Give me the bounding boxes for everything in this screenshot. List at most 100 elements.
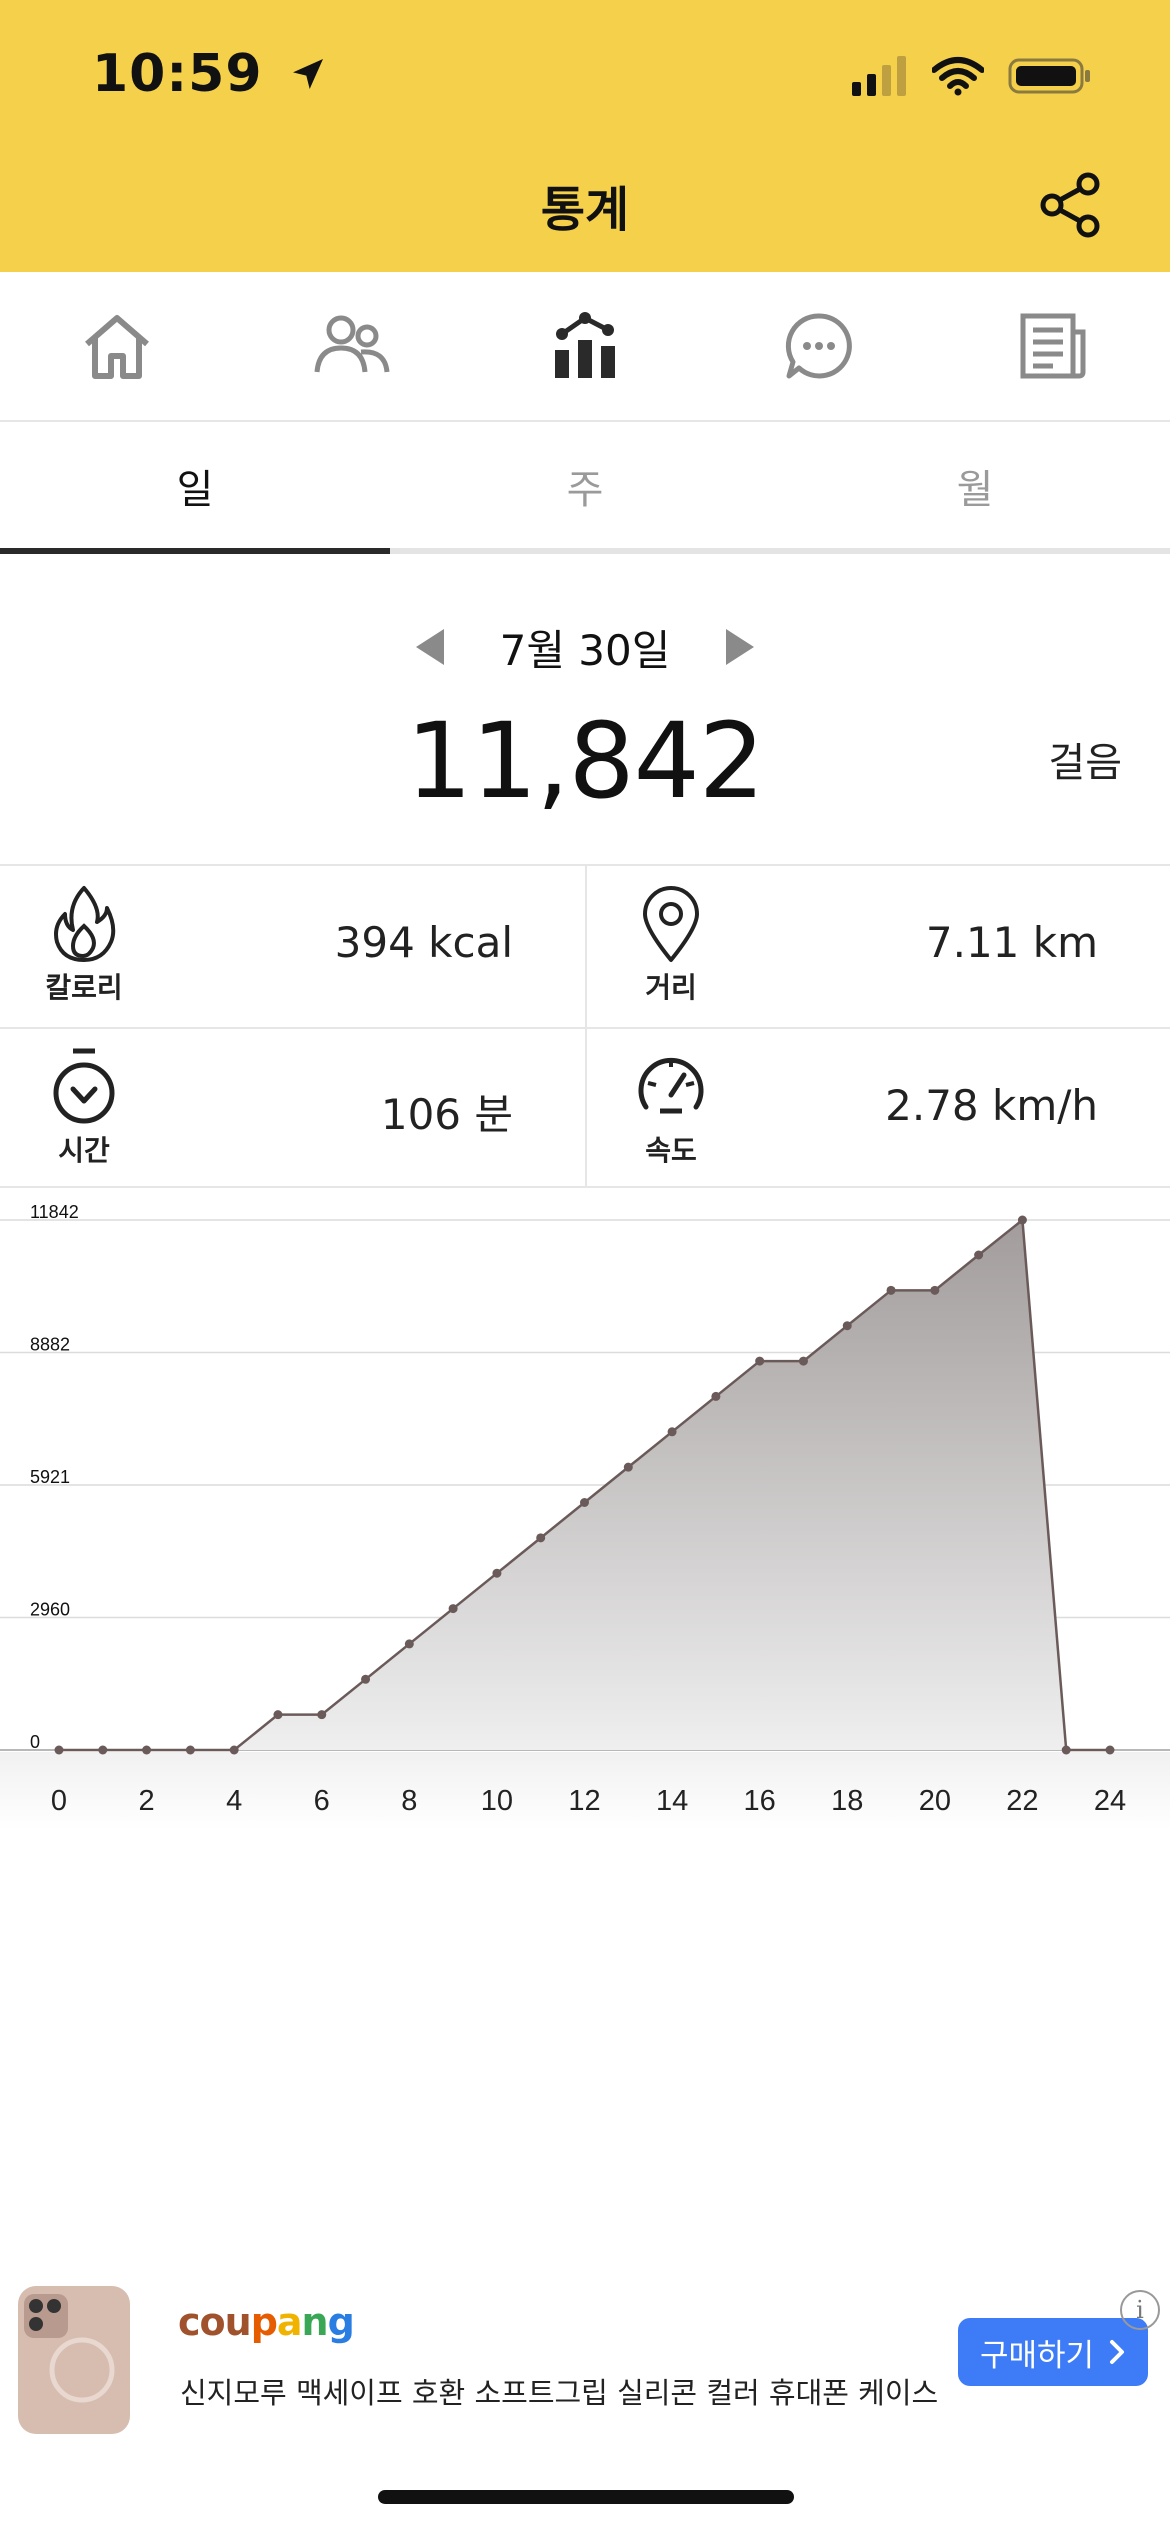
ad-brand-logo: coupang — [178, 2300, 355, 2344]
stat-calories: 칼로리 394 kcal — [0, 866, 585, 1027]
chart-point — [142, 1745, 152, 1755]
home-icon — [85, 315, 149, 379]
location-arrow-icon — [288, 47, 328, 107]
chart-x-tick-label: 4 — [226, 1785, 242, 1817]
chart-x-tick-label: 6 — [314, 1785, 330, 1817]
stats-icon — [555, 312, 615, 378]
stat-calories-label: 칼로리 — [45, 971, 123, 1004]
nav-news[interactable] — [936, 272, 1170, 420]
chart-x-tick-label: 14 — [656, 1785, 688, 1817]
nav-friends[interactable] — [234, 272, 468, 420]
chart-point — [536, 1533, 546, 1543]
chart-point — [886, 1285, 896, 1295]
app-header: 10:59 통계 — [0, 0, 1170, 272]
tab-day[interactable]: 일 — [0, 424, 390, 554]
ad-banner[interactable]: coupang 신지모루 맥세이프 호환 소프트그립 실리콘 컬러 휴대폰 케이… — [0, 2260, 1170, 2460]
prev-date-icon[interactable] — [415, 629, 444, 665]
stat-calories-value: 394 kcal — [334, 918, 513, 967]
step-count: 11,842 — [406, 700, 765, 822]
wifi-icon — [932, 57, 984, 96]
stat-time-label: 시간 — [58, 1134, 110, 1167]
chart-y-tick-label: 0 — [30, 1732, 40, 1752]
stat-distance-value: 7.11 km — [925, 918, 1098, 967]
nav-home[interactable] — [0, 272, 234, 420]
page-title: 통계 — [540, 182, 630, 238]
chart-point — [98, 1745, 108, 1755]
chart-x-tick-label: 20 — [919, 1785, 951, 1817]
chart-point — [755, 1356, 765, 1366]
chart-point — [229, 1745, 239, 1755]
period-tabs: 일 주 월 — [0, 424, 1170, 554]
flame-icon — [40, 884, 128, 964]
chart-point — [1105, 1745, 1115, 1755]
stat-time: 시간 106 분 — [0, 1027, 585, 1188]
chart-point — [1017, 1215, 1027, 1225]
nav-stats[interactable] — [468, 272, 702, 420]
chart-x-tick-label: 10 — [481, 1785, 513, 1817]
ad-buy-button[interactable]: 구매하기 — [958, 2318, 1148, 2386]
phone-case-image — [14, 2282, 150, 2438]
chart-x-tick-label: 0 — [51, 1785, 67, 1817]
chart-y-tick-label: 2960 — [30, 1600, 70, 1620]
chart-x-tick-label: 8 — [401, 1785, 417, 1817]
stat-distance-label: 거리 — [645, 971, 697, 1004]
step-unit: 걸음 — [1048, 740, 1122, 786]
chart-point — [842, 1321, 852, 1331]
cellular-signal-icon — [852, 56, 906, 96]
tab-month[interactable]: 월 — [780, 424, 1170, 548]
chart-y-tick-label: 8882 — [30, 1334, 70, 1354]
chart-point — [317, 1710, 327, 1720]
share-icon[interactable] — [1038, 172, 1104, 238]
friends-icon — [314, 315, 390, 373]
chart-point — [974, 1250, 984, 1260]
chart-point — [404, 1639, 414, 1649]
current-date: 7월 30일 — [499, 625, 671, 675]
chart-x-tick-label: 12 — [568, 1785, 600, 1817]
chart-y-tick-label: 5921 — [30, 1467, 70, 1487]
chart-point — [667, 1427, 677, 1437]
ad-buy-button-label: 구매하기 — [979, 2337, 1095, 2374]
info-icon[interactable]: i — [1120, 2290, 1160, 2330]
chart-x-tick-label: 18 — [831, 1785, 863, 1817]
chart-point — [361, 1674, 371, 1684]
chart-point — [580, 1497, 589, 1507]
tab-week[interactable]: 주 — [390, 424, 780, 548]
status-indicators — [852, 54, 1092, 98]
battery-icon — [1008, 58, 1090, 94]
main-nav — [0, 272, 1170, 422]
stat-speed: 속도 2.78 km/h — [585, 1027, 1170, 1188]
home-indicator — [378, 2490, 794, 2504]
stat-speed-value: 2.78 km/h — [885, 1081, 1098, 1130]
chart-point — [185, 1745, 195, 1755]
nav-chat[interactable] — [702, 272, 936, 420]
chart-point — [930, 1285, 940, 1295]
stats-grid: 칼로리 394 kcal 거리 7.11 km 시간 106 분 속도 2.78… — [0, 864, 1170, 1188]
ad-description: 신지모루 맥세이프 호환 소프트그립 실리콘 컬러 휴대폰 케이스 — [180, 2376, 939, 2410]
date-navigator: 7월 30일 — [0, 612, 1170, 682]
chart-point — [54, 1745, 64, 1755]
chart-point — [273, 1710, 283, 1720]
status-time-text: 10:59 — [92, 44, 263, 104]
chevron-right-icon — [1110, 2340, 1125, 2364]
news-icon — [1020, 313, 1086, 379]
speedometer-icon — [627, 1047, 715, 1127]
steps-chart: 029605921888211842 0 2 4 6 8 10 12 14 16 18 20 22 24 — [0, 1202, 1170, 1830]
chart-x-tick-label: 2 — [139, 1785, 155, 1817]
chat-icon — [785, 313, 852, 379]
chart-x-tick-label: 16 — [744, 1785, 776, 1817]
next-date-icon[interactable] — [726, 629, 755, 665]
status-time: 10:59 — [92, 44, 328, 107]
chart-point — [1061, 1745, 1071, 1755]
chart-point — [492, 1568, 502, 1578]
stat-speed-label: 속도 — [645, 1134, 697, 1167]
location-pin-icon — [627, 884, 715, 964]
stat-time-value: 106 분 — [380, 1090, 513, 1139]
chart-x-tick-label: 24 — [1094, 1785, 1126, 1817]
chart-y-tick-label: 11842 — [30, 1202, 79, 1222]
stopwatch-icon — [40, 1047, 128, 1127]
stat-distance: 거리 7.11 km — [585, 866, 1170, 1027]
chart-x-tick-label: 22 — [1006, 1785, 1038, 1817]
chart-point — [711, 1391, 721, 1401]
chart-point — [798, 1356, 808, 1366]
chart-point — [623, 1462, 633, 1472]
